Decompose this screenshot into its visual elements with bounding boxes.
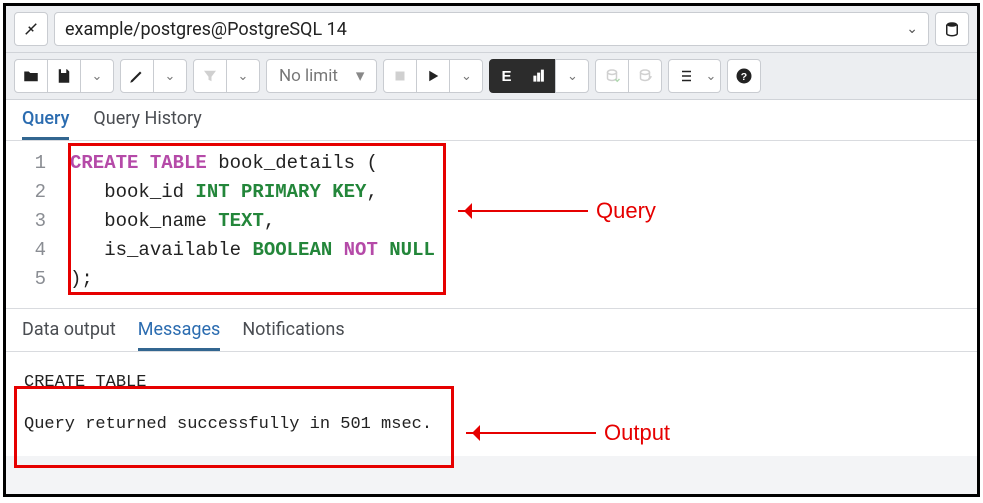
rollback-icon: [636, 67, 654, 85]
explain-button[interactable]: E: [489, 59, 523, 93]
pencil-icon: [128, 67, 146, 85]
annotation-label: Query: [596, 198, 656, 224]
folder-icon: [22, 67, 40, 85]
annotation-label: Output: [604, 420, 670, 446]
connection-bar: example/postgres@PostgreSQL 14 ⌄: [6, 6, 977, 53]
explain-icon: E: [501, 68, 511, 85]
connection-select[interactable]: example/postgres@PostgreSQL 14 ⌄: [54, 12, 929, 46]
rollback-button[interactable]: [628, 59, 662, 93]
output-tabs: Data output Messages Notifications: [6, 308, 977, 352]
stop-button[interactable]: [383, 59, 417, 93]
tab-query-history[interactable]: Query History: [93, 108, 201, 140]
save-icon: [55, 67, 73, 85]
toolbar: ⌄ ⌄ ⌄ No limit ▾ ⌄: [6, 53, 977, 100]
save-dropdown[interactable]: ⌄: [80, 59, 114, 93]
database-icon: [943, 20, 961, 38]
save-button[interactable]: [47, 59, 81, 93]
filter-button[interactable]: [193, 59, 227, 93]
chevron-down-icon: ⌄: [906, 21, 918, 37]
plug-icon: [22, 20, 40, 38]
help-icon: ?: [735, 67, 753, 85]
macros-dropdown[interactable]: ⌄: [701, 59, 721, 93]
limit-label: No limit: [279, 66, 338, 86]
chevron-down-icon: ⌄: [706, 68, 717, 84]
commit-button[interactable]: [595, 59, 629, 93]
line-gutter: 12345: [6, 149, 58, 294]
tab-notifications[interactable]: Notifications: [242, 319, 344, 351]
open-file-button[interactable]: [14, 59, 48, 93]
chevron-down-icon: ⌄: [165, 68, 176, 84]
editor-tabs: Query Query History: [6, 100, 977, 141]
stop-icon: [391, 67, 409, 85]
explain-analyze-button[interactable]: [522, 59, 556, 93]
arrow-icon: [466, 432, 596, 434]
tab-messages[interactable]: Messages: [138, 319, 221, 351]
chevron-down-icon: ⌄: [567, 68, 578, 84]
limit-select[interactable]: No limit ▾: [266, 59, 377, 93]
list-icon: [676, 67, 694, 85]
chevron-down-icon: ⌄: [461, 68, 472, 84]
arrow-icon: [458, 210, 588, 212]
chevron-down-icon: ⌄: [238, 68, 249, 84]
filter-icon: [201, 67, 219, 85]
sql-editor[interactable]: 12345 CREATE TABLE book_details ( book_i…: [6, 141, 977, 308]
edit-dropdown[interactable]: ⌄: [153, 59, 187, 93]
code-area[interactable]: CREATE TABLE book_details ( book_id INT …: [58, 149, 435, 294]
play-icon: [424, 67, 442, 85]
caret-down-icon: ▾: [356, 66, 365, 86]
annotation-query: Query: [458, 198, 656, 224]
help-button[interactable]: ?: [727, 59, 761, 93]
chevron-down-icon: ⌄: [92, 68, 103, 84]
macros-button[interactable]: [668, 59, 702, 93]
edit-button[interactable]: [120, 59, 154, 93]
tab-data-output[interactable]: Data output: [22, 319, 116, 351]
message-line: CREATE TABLE: [24, 368, 959, 398]
chart-icon: [530, 67, 548, 85]
disconnect-button[interactable]: [14, 12, 48, 46]
annotation-output: Output: [466, 420, 670, 446]
explain-dropdown[interactable]: ⌄: [555, 59, 589, 93]
tab-query[interactable]: Query: [22, 108, 69, 140]
filter-dropdown[interactable]: ⌄: [226, 59, 260, 93]
new-connection-button[interactable]: [935, 12, 969, 46]
commit-icon: [603, 67, 621, 85]
svg-text:?: ?: [741, 71, 747, 83]
connection-label: example/postgres@PostgreSQL 14: [65, 19, 347, 40]
execute-button[interactable]: [416, 59, 450, 93]
execute-dropdown[interactable]: ⌄: [449, 59, 483, 93]
